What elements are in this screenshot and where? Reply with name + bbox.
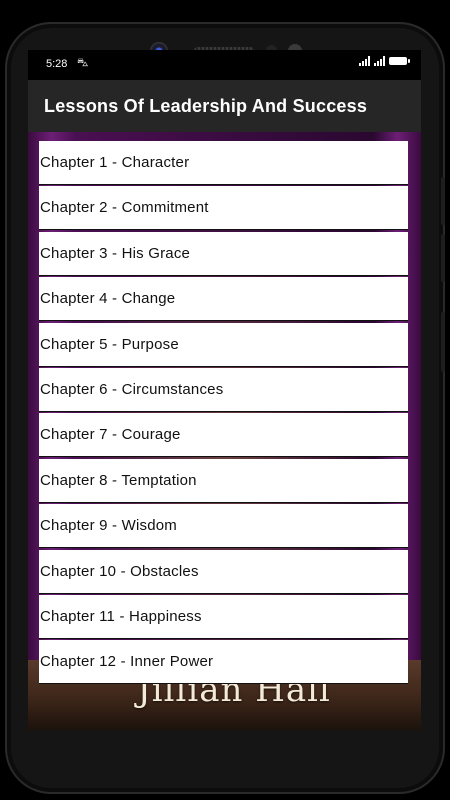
chapter-item-7[interactable]: Chapter 7 - Courage	[39, 413, 408, 458]
chapter-label: Chapter 11 - Happiness	[40, 607, 202, 625]
cell-signal-icon	[359, 56, 370, 66]
chapter-label: Chapter 10 - Obstacles	[40, 562, 199, 580]
app-title: Lessons Of Leadership And Success	[44, 96, 368, 116]
navigation-notification-icon: ⛍	[77, 57, 89, 69]
chapter-item-1[interactable]: Chapter 1 - Character	[39, 141, 408, 185]
chapter-item-6[interactable]: Chapter 6 - Circumstances	[39, 367, 408, 412]
volume-down-button	[441, 234, 445, 282]
chapter-item-10[interactable]: Chapter 10 - Obstacles	[39, 549, 408, 594]
battery-icon	[389, 57, 410, 65]
chapter-item-4[interactable]: Chapter 4 - Change	[39, 277, 408, 322]
device-screen: 5:28 ⛍ Lessons Of Leadership And Success…	[28, 50, 421, 730]
chapter-label: Chapter 5 - Purpose	[40, 335, 179, 353]
chapter-label: Chapter 2 - Commitment	[40, 199, 209, 217]
chapter-label: Chapter 8 - Temptation	[40, 471, 197, 489]
chapter-item-8[interactable]: Chapter 8 - Temptation	[39, 458, 408, 503]
chapter-item-3[interactable]: Chapter 3 - His Grace	[39, 231, 408, 276]
chapter-label: Chapter 9 - Wisdom	[40, 517, 177, 535]
chapter-list: Chapter 1 - Character Chapter 2 - Commit…	[39, 141, 408, 686]
chapter-label: Chapter 4 - Change	[40, 290, 176, 308]
chapter-item-11[interactable]: Chapter 11 - Happiness	[39, 594, 408, 639]
chapter-item-5[interactable]: Chapter 5 - Purpose	[39, 322, 408, 367]
chapter-item-9[interactable]: Chapter 9 - Wisdom	[39, 504, 408, 549]
chapter-item-12[interactable]: Chapter 12 - Inner Power	[39, 640, 408, 685]
chapter-label: Chapter 12 - Inner Power	[40, 653, 214, 671]
cell-signal-2-icon	[374, 56, 385, 66]
status-bar: 5:28 ⛍	[28, 50, 421, 80]
status-icons	[359, 56, 410, 66]
chapter-label: Chapter 1 - Character	[40, 154, 190, 171]
chapter-item-2[interactable]: Chapter 2 - Commitment	[39, 186, 408, 231]
volume-up-button	[441, 177, 445, 225]
chapter-label: Chapter 6 - Circumstances	[40, 380, 224, 398]
app-bar: Lessons Of Leadership And Success	[28, 80, 421, 132]
chapter-label: Chapter 3 - His Grace	[40, 244, 191, 262]
power-button	[441, 312, 445, 372]
chapter-label: Chapter 7 - Courage	[40, 426, 181, 444]
status-time: 5:28	[46, 58, 68, 70]
